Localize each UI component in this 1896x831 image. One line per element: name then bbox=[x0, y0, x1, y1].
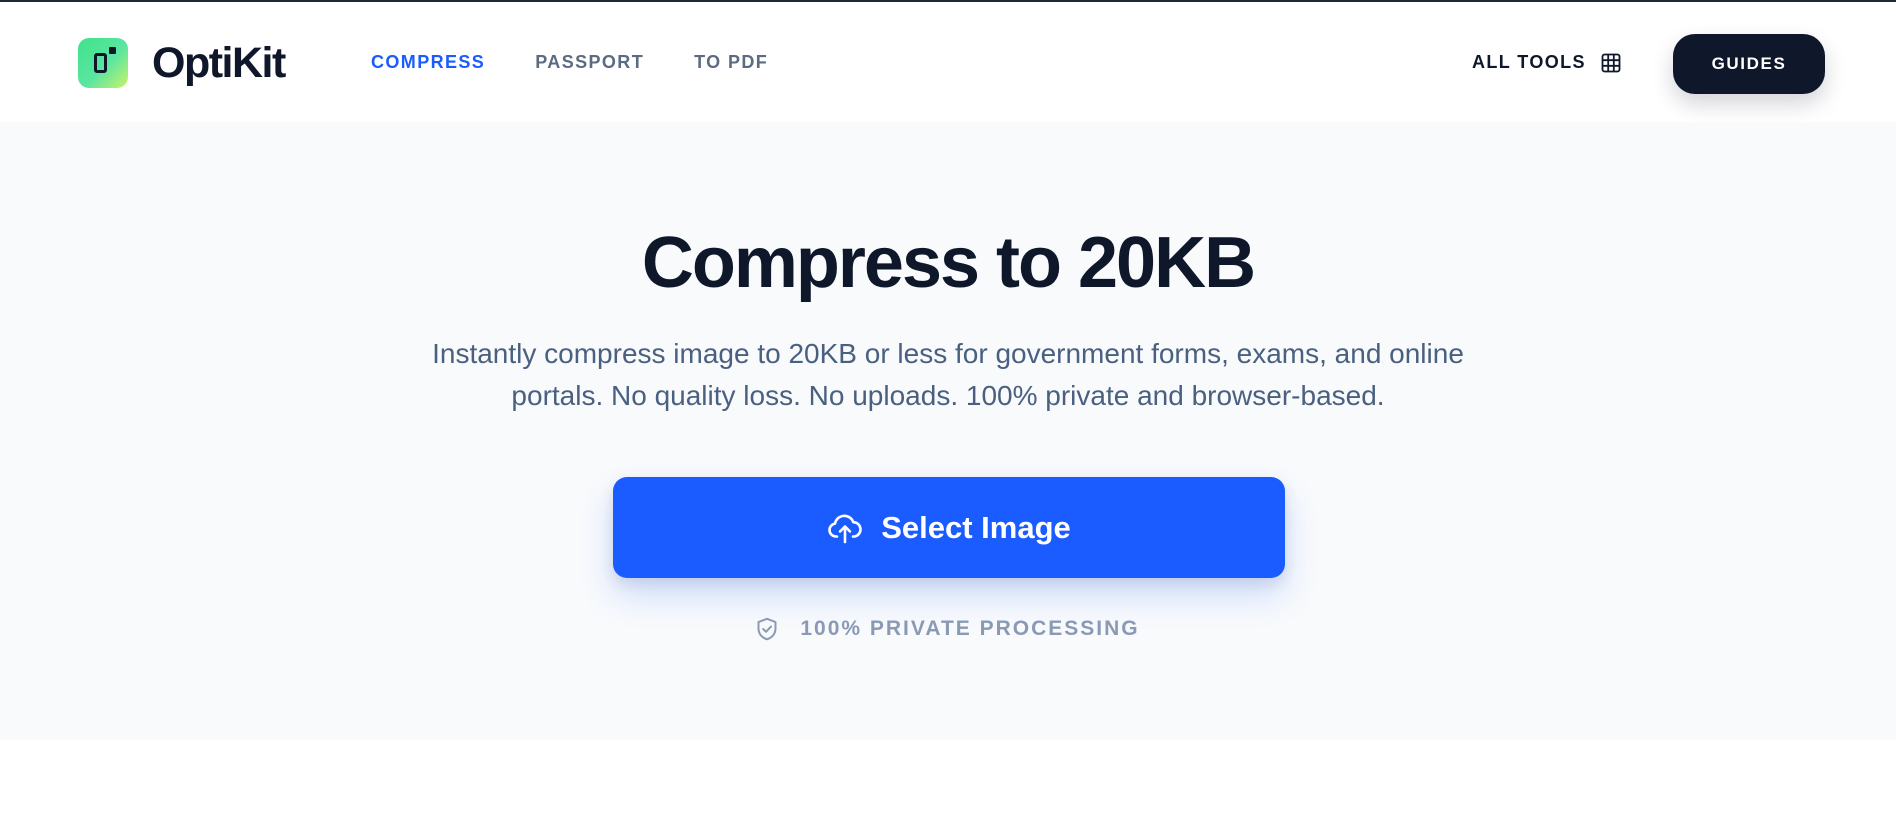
grid-icon bbox=[1601, 53, 1621, 72]
page-title: Compress to 20KB bbox=[641, 223, 1256, 303]
all-tools-menu[interactable]: ALL TOOLS bbox=[1472, 52, 1621, 73]
main-nav: COMPRESS PASSPORT TO PDF bbox=[371, 52, 818, 73]
site-header: OptiKit COMPRESS PASSPORT TO PDF ALL TOO… bbox=[0, 2, 1896, 122]
privacy-label: 100% PRIVATE PROCESSING bbox=[800, 617, 1140, 640]
cloud-upload-icon bbox=[828, 514, 862, 543]
hero-section: Compress to 20KB Instantly compress imag… bbox=[0, 122, 1896, 740]
privacy-note: 100% PRIVATE PROCESSING bbox=[0, 617, 1896, 641]
brand-name: OptiKit bbox=[152, 38, 286, 87]
logo-icon bbox=[78, 38, 128, 88]
shield-check-icon bbox=[757, 617, 777, 641]
nav-item-passport[interactable]: PASSPORT bbox=[535, 52, 644, 73]
guides-button[interactable]: GUIDES bbox=[1673, 34, 1825, 94]
brand-logo[interactable]: OptiKit bbox=[78, 38, 286, 88]
select-image-label: Select Image bbox=[881, 509, 1071, 545]
all-tools-label: ALL TOOLS bbox=[1472, 52, 1586, 72]
nav-item-compress[interactable]: COMPRESS bbox=[371, 52, 485, 73]
select-image-button[interactable]: Select Image bbox=[613, 477, 1285, 578]
hero-subtitle: Instantly compress image to 20KB or less… bbox=[432, 338, 1464, 411]
nav-item-to-pdf[interactable]: TO PDF bbox=[694, 52, 768, 73]
